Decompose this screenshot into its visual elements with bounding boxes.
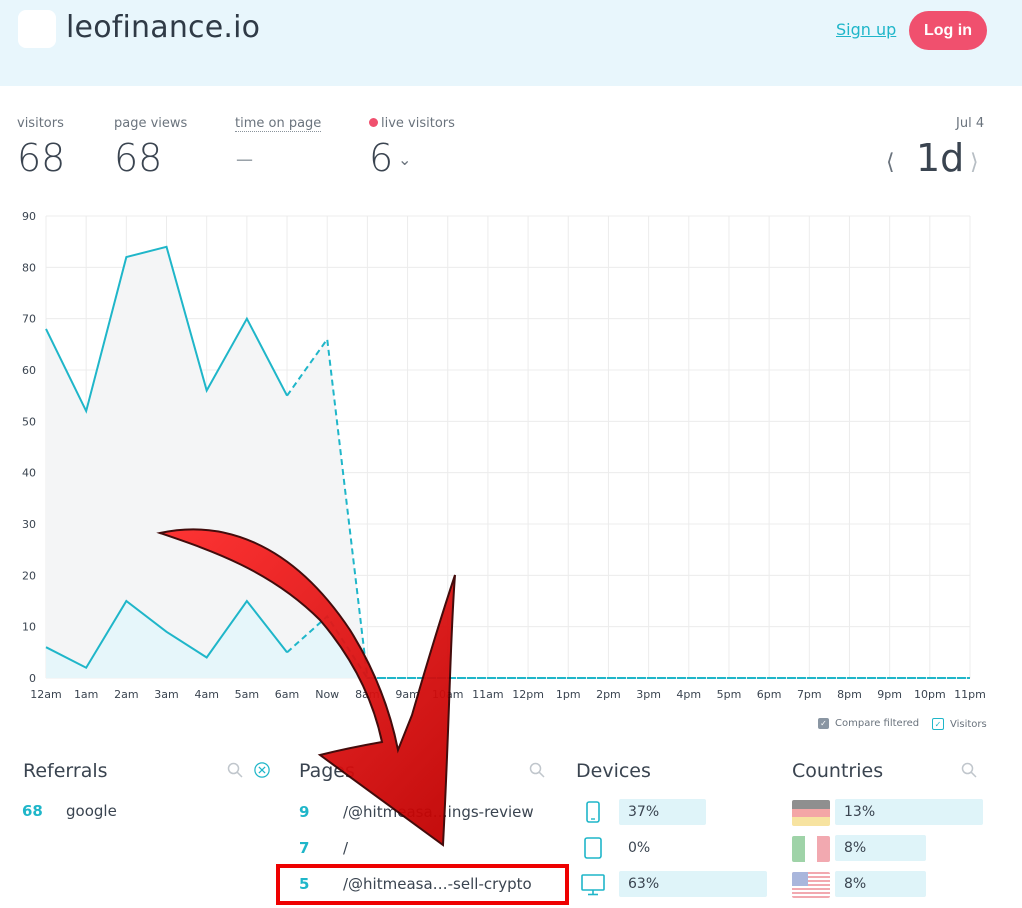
date-label: Jul 4 — [956, 116, 985, 131]
referrals-title: Referrals — [23, 760, 108, 782]
y-tick-label: 50 — [22, 415, 36, 428]
desktop-icon — [581, 874, 605, 896]
highlight-box — [276, 864, 569, 905]
device-pct: 63% — [628, 876, 660, 892]
period-value[interactable]: 1d — [916, 136, 964, 180]
legend-visitors-label: Visitors — [950, 718, 987, 730]
checkbox-icon[interactable]: ✓ — [932, 718, 944, 730]
live-visitors-value: 6 — [369, 136, 394, 180]
legend-compare-label: Compare filtered — [835, 718, 920, 729]
live-visitors-text: live visitors — [381, 116, 455, 131]
x-tick-label: 3pm — [636, 688, 661, 701]
prev-period-icon[interactable]: ⟨ — [886, 150, 895, 175]
y-tick-label: 40 — [22, 467, 36, 480]
referral-count: 68 — [22, 802, 43, 820]
country-pct: 8% — [844, 840, 867, 856]
x-tick-label: 11pm — [954, 688, 986, 701]
y-tick-label: 30 — [22, 518, 36, 531]
y-tick-label: 90 — [22, 210, 36, 223]
x-tick-label: 12pm — [512, 688, 544, 701]
x-tick-label: 7pm — [797, 688, 822, 701]
y-tick-label: 20 — [22, 569, 36, 582]
country-pct: 8% — [844, 876, 867, 892]
referral-item[interactable]: google — [66, 802, 117, 820]
device-pct: 37% — [628, 804, 660, 820]
pageviews-value: 68 — [114, 136, 163, 180]
live-visitors-label: live visitors — [369, 116, 455, 131]
search-icon[interactable] — [961, 762, 977, 778]
y-tick-label: 0 — [29, 672, 36, 685]
device-pct: 0% — [628, 840, 651, 856]
site-name[interactable]: leofinance.io — [66, 10, 260, 45]
site-logo[interactable] — [18, 10, 56, 48]
search-icon[interactable] — [529, 762, 545, 778]
annotation-arrow — [156, 528, 456, 847]
checkbox-icon[interactable]: ✓ — [818, 718, 829, 729]
chevron-down-icon[interactable]: ⌄ — [398, 150, 411, 169]
pageviews-label: page views — [114, 116, 188, 131]
x-tick-label: 8pm — [837, 688, 862, 701]
x-tick-label: 5pm — [717, 688, 742, 701]
usa-flag-icon — [792, 872, 830, 898]
visitors-label: visitors — [17, 116, 64, 131]
germany-flag-icon — [792, 800, 830, 826]
y-tick-label: 10 — [22, 621, 36, 634]
devices-title: Devices — [576, 760, 651, 782]
legend-compare-filtered[interactable]: ✓ Compare filtered — [818, 718, 919, 729]
country-pct: 13% — [844, 804, 876, 820]
x-tick-label: 2am — [114, 688, 138, 701]
x-tick-label: 2pm — [596, 688, 621, 701]
legend-visitors[interactable]: ✓ Visitors — [932, 718, 987, 730]
phone-icon — [586, 801, 600, 823]
visitors-value: 68 — [17, 136, 66, 180]
x-tick-label: 9pm — [877, 688, 902, 701]
signup-link[interactable]: Sign up — [836, 20, 896, 39]
x-tick-label: 10pm — [914, 688, 946, 701]
x-tick-label: 1am — [74, 688, 98, 701]
y-tick-label: 60 — [22, 364, 36, 377]
live-dot-icon — [369, 118, 378, 127]
italy-flag-icon — [792, 836, 830, 862]
next-period-icon[interactable]: ⟩ — [970, 150, 979, 175]
login-button[interactable]: Log in — [909, 11, 987, 50]
site-header: leofinance.io Sign up Log in — [0, 0, 1022, 86]
x-tick-label: 12am — [30, 688, 61, 701]
y-tick-label: 80 — [22, 261, 36, 274]
x-tick-label: 4pm — [676, 688, 701, 701]
y-tick-label: 70 — [22, 313, 36, 326]
time-on-page-label[interactable]: time on page — [235, 116, 322, 132]
x-tick-label: 6pm — [757, 688, 782, 701]
time-on-page-value: – — [235, 136, 254, 180]
x-tick-label: 1pm — [556, 688, 581, 701]
countries-title: Countries — [792, 760, 884, 782]
tablet-icon — [584, 837, 602, 859]
